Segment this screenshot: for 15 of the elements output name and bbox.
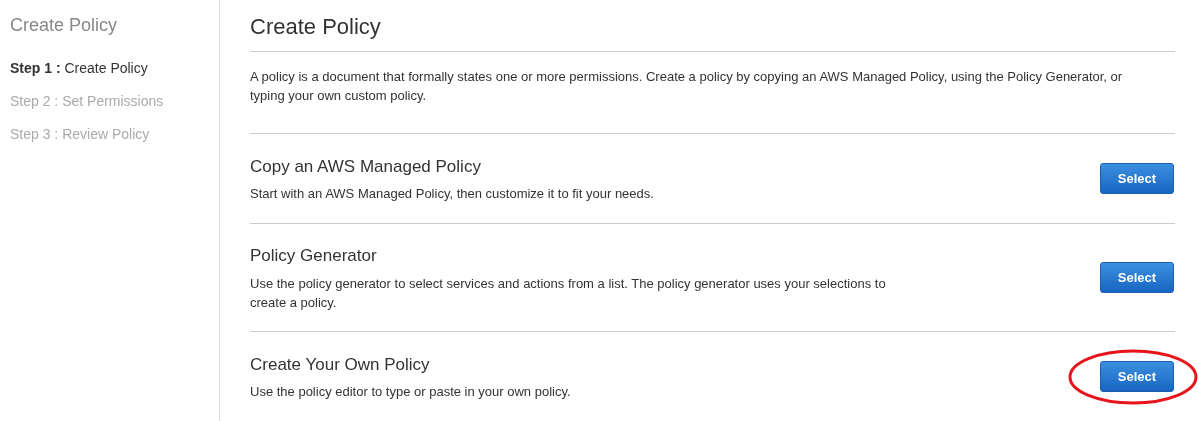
select-button[interactable]: Select xyxy=(1100,163,1174,194)
select-button[interactable]: Select xyxy=(1100,361,1174,392)
step-link[interactable]: Step 2 : Set Permissions xyxy=(10,91,219,124)
sidebar-title: Create Policy xyxy=(10,14,119,37)
select-button[interactable]: Select xyxy=(1100,262,1174,293)
option-title: Create Your Own Policy xyxy=(250,353,431,376)
option-title: Policy Generator xyxy=(250,245,378,268)
option-description: Use the policy generator to select services and actions from a list. The policy generator uses your selections to create a policy. xyxy=(250,274,887,312)
step-link[interactable]: Step 1 : Create Policy xyxy=(10,58,219,91)
option-description: Start with an AWS Managed Policy, then customize it to fit your needs. xyxy=(250,185,655,204)
option-description: Use the policy editor to type or paste in your own policy. xyxy=(250,383,572,402)
step-link[interactable]: Step 3 : Review Policy xyxy=(10,124,219,157)
page-title: Create Policy xyxy=(250,10,1175,52)
intro-text: A policy is a document that formally states one or more permissions. Create a policy by copying an AWS Managed Policy, using the Policy Generator, or typing your own custom policy. xyxy=(250,68,1124,105)
option-title: Copy an AWS Managed Policy xyxy=(250,155,482,178)
